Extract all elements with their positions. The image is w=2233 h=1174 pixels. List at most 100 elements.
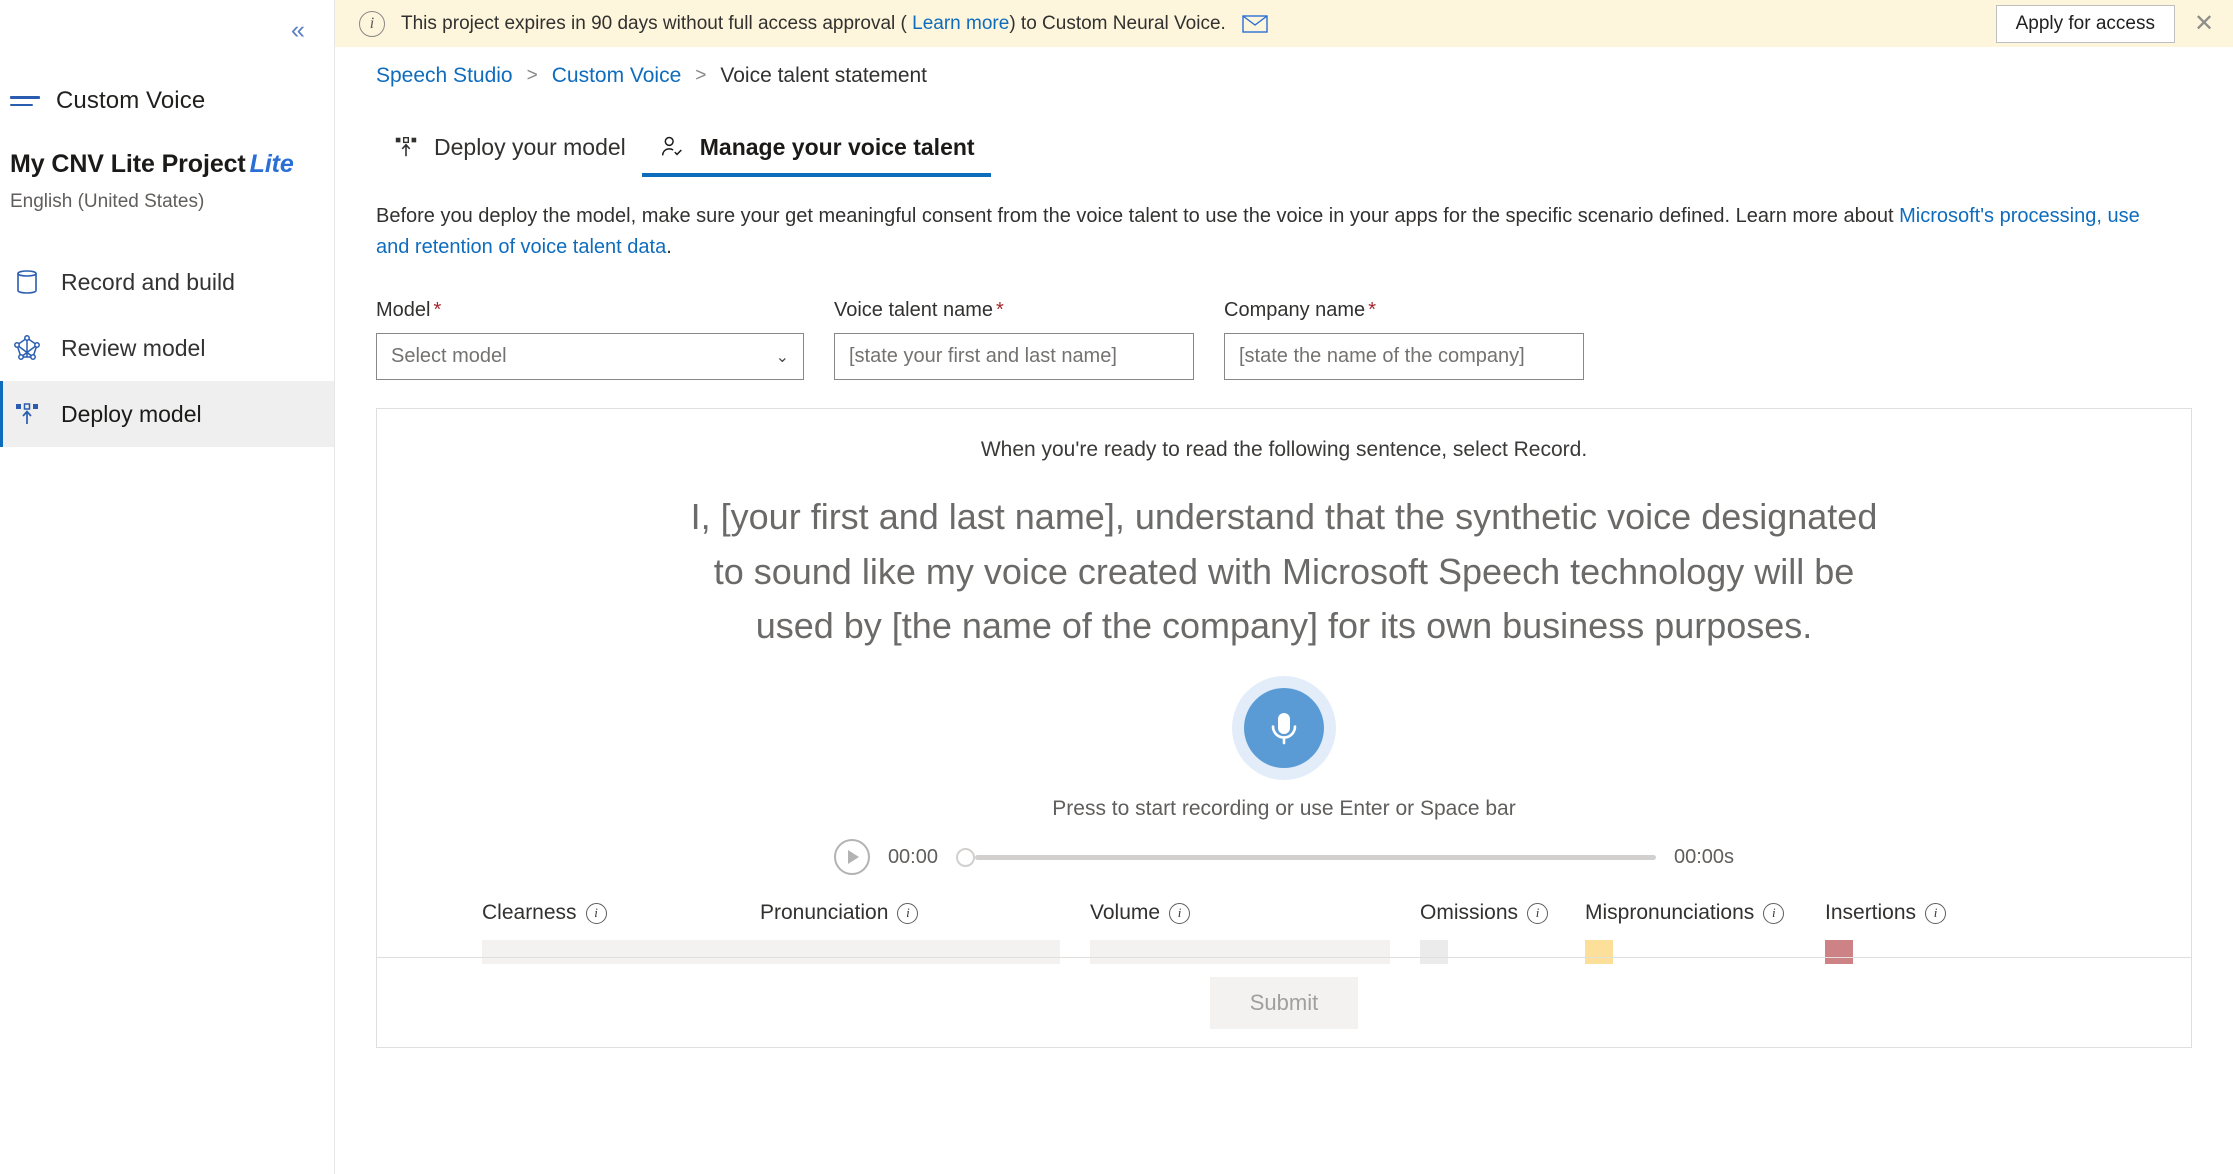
tab-deploy-your-model[interactable]: Deploy your model (376, 117, 642, 177)
intro-paragraph: Before you deploy the model, make sure y… (335, 201, 2233, 263)
required-marker: * (996, 299, 1004, 321)
record-instruction: Press to start recording or use Enter or… (1052, 797, 1516, 821)
talent-name-label: Voice talent name * (834, 299, 1194, 322)
tab-bar: Deploy your model Manage your voice tale… (335, 115, 2233, 177)
learn-more-link[interactable]: Learn more (912, 13, 1009, 34)
main-pane: i This project expires in 90 days withou… (335, 0, 2233, 1174)
audio-player: 00:00 00:00s (377, 839, 2191, 876)
metric-head: Mispronunciations i (1585, 901, 1825, 925)
sidebar-item-label: Review model (61, 334, 206, 361)
intro-text-1: Before you deploy the model, make sure y… (376, 205, 1900, 227)
microphone-icon (1244, 688, 1324, 769)
expiry-banner: i This project expires in 90 days withou… (335, 0, 2233, 47)
voice-talent-name-input[interactable]: [state your first and last name] (834, 333, 1194, 380)
company-name-placeholder: [state the name of the company] (1239, 345, 1525, 367)
metric-head: Clearness i (482, 901, 760, 925)
metric-label: Pronunciation (760, 901, 889, 925)
sidebar-item-record-and-build[interactable]: Record and build (0, 249, 334, 315)
metric-head: Volume i (1090, 901, 1420, 925)
sidebar-item-label: Record and build (61, 268, 235, 295)
metric-head: Omissions i (1420, 901, 1585, 925)
card-footer: Submit (377, 957, 2191, 1047)
close-icon[interactable]: ✕ (2189, 9, 2219, 39)
deploy-icon (12, 399, 42, 429)
info-circle-icon[interactable]: i (1763, 902, 1785, 924)
tab-label: Manage your voice talent (699, 133, 975, 160)
play-triangle (848, 850, 860, 865)
deploy-icon (392, 133, 420, 161)
person-check-icon (658, 133, 686, 161)
consent-statement: I, [your first and last name], understan… (690, 496, 1878, 647)
metric-label: Insertions (1825, 901, 1917, 925)
metric-label: Volume (1090, 901, 1161, 925)
tab-manage-your-voice-talent[interactable]: Manage your voice talent (641, 117, 991, 177)
sidebar: « Custom Voice My CNV Lite Project Lite E… (0, 0, 335, 1174)
info-circle-icon[interactable]: i (585, 902, 607, 924)
model-select[interactable]: Select model ⌄ (376, 333, 804, 380)
project-name-text: My CNV Lite Project (10, 150, 246, 178)
breadcrumb-item-speech-studio[interactable]: Speech Studio (376, 64, 513, 88)
quality-metrics: Clearness i Pronunciation i Volume i Omi… (377, 901, 2191, 965)
intro-text-2: . (666, 236, 672, 258)
slider-knob[interactable] (956, 847, 975, 867)
company-name-input[interactable]: [state the name of the company] (1224, 333, 1584, 380)
required-marker: * (1368, 299, 1376, 321)
metric-insertions: Insertions i (1825, 901, 2005, 965)
slider-track (975, 854, 1656, 860)
voice-talent-name-placeholder: [state your first and last name] (849, 345, 1117, 367)
sidebar-item-label: Deploy model (61, 400, 202, 427)
breadcrumb-current: Voice talent statement (720, 64, 928, 87)
sidebar-header-label: Custom Voice (56, 87, 206, 114)
metric-label: Omissions (1420, 901, 1519, 925)
mail-icon[interactable] (1242, 14, 1268, 34)
sidebar-item-deploy-model[interactable]: Deploy model (0, 381, 334, 447)
info-circle-icon[interactable]: i (1527, 902, 1549, 924)
banner-actions: Apply for access ✕ (1995, 0, 2219, 47)
metric-pronunciation: Pronunciation i (760, 901, 1090, 965)
tab-label: Deploy your model (434, 133, 626, 160)
project-info: My CNV Lite Project Lite English (United … (0, 124, 334, 213)
metric-head: Insertions i (1825, 901, 2005, 925)
record-button[interactable] (1232, 676, 1336, 781)
info-circle-icon[interactable]: i (1169, 902, 1191, 924)
apply-for-access-button[interactable]: Apply for access (1995, 4, 2175, 43)
field-company-name: Company name * [state the name of the com… (1224, 299, 1584, 380)
metric-mispronunciations: Mispronunciations i (1585, 901, 1825, 965)
total-time: 00:00s (1674, 845, 1735, 868)
breadcrumb: Speech Studio > Custom Voice > Voice tal… (335, 47, 2233, 105)
project-name: My CNV Lite Project Lite (10, 150, 334, 179)
metric-omissions: Omissions i (1420, 901, 1585, 965)
record-hint: When you're ready to read the following … (980, 438, 1588, 461)
form-row: Model * Select model ⌄ Voice talent name *… (335, 299, 2233, 380)
info-circle-icon[interactable]: i (897, 902, 919, 924)
model-label-text: Model (376, 299, 431, 321)
company-name-label: Company name * (1224, 299, 1584, 322)
field-model: Model * Select model ⌄ (376, 299, 804, 380)
metric-label: Clearness (482, 901, 577, 925)
model-label: Model * (376, 299, 804, 322)
progress-slider[interactable] (956, 847, 1656, 867)
metric-volume: Volume i (1090, 901, 1420, 965)
field-voice-talent-name: Voice talent name * [state your first and… (834, 299, 1194, 380)
model-select-value: Select model (391, 345, 507, 367)
info-circle-icon[interactable]: i (1925, 902, 1947, 924)
metric-clearness: Clearness i (482, 901, 782, 965)
sidebar-collapse-icon[interactable]: « (278, 10, 318, 50)
hamburger-icon (10, 96, 40, 106)
required-marker: * (433, 299, 442, 321)
breadcrumb-separator-icon: > (695, 65, 707, 86)
sidebar-item-review-model[interactable]: Review model (0, 315, 334, 381)
sidebar-nav: Record and build Review model Deploy mod… (0, 249, 334, 447)
sidebar-header[interactable]: Custom Voice (0, 78, 334, 124)
metric-head: Pronunciation i (760, 901, 1090, 925)
submit-button[interactable]: Submit (1210, 976, 1358, 1029)
mic-button-wrap (377, 676, 2191, 781)
banner-text: This project expires in 90 days without … (401, 13, 1226, 35)
project-badge-lite: Lite (249, 150, 294, 178)
chevron-down-icon: ⌄ (775, 348, 789, 366)
play-circle-icon[interactable] (833, 839, 870, 876)
banner-text-before: This project expires in 90 days without … (401, 12, 907, 34)
breadcrumb-item-custom-voice[interactable]: Custom Voice (552, 64, 682, 88)
current-time: 00:00 (887, 845, 938, 868)
talent-name-label-text: Voice talent name (834, 299, 993, 321)
